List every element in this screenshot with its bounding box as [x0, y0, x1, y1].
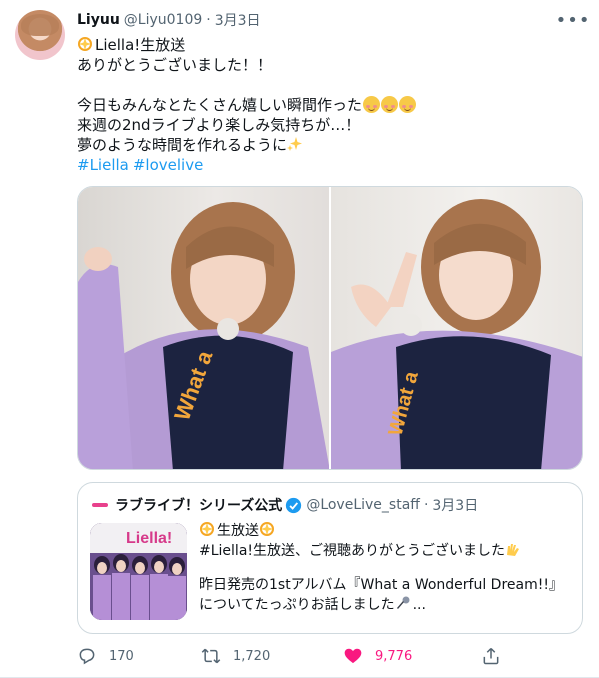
smiling-face-emoji-icon: [363, 96, 381, 113]
thumbnail-logo-text: Liella!: [126, 530, 172, 547]
tweet-line-2: ありがとうございました！！: [77, 56, 273, 74]
reply-button[interactable]: 170: [77, 644, 134, 668]
group-photo-thumbnail: Liella!: [90, 523, 187, 620]
quoted-separator-dot: ·: [423, 497, 429, 513]
tweet-line-5: 来週の2ndライブより楽しみ気持ちが…！: [77, 116, 361, 134]
tweet-line-6: 夢のような時間を作れるように: [77, 135, 577, 155]
share-button[interactable]: [481, 644, 513, 668]
quoted-line-3: 昨日発売の1stアルバム『What a Wonderful Dream!!』: [199, 577, 563, 593]
hashtag-liella[interactable]: #Liella: [77, 156, 129, 174]
quoted-line-1: 生放送: [199, 521, 575, 541]
separator-dot: ·: [206, 12, 211, 28]
verified-badge-icon: [286, 497, 302, 513]
author-name[interactable]: Liyuu: [77, 12, 120, 28]
reply-count: 170: [109, 648, 134, 664]
reply-icon: [79, 648, 95, 665]
tweet-line-6-text: 夢のような時間を作れるように: [77, 136, 288, 154]
quoted-blank-line: [199, 561, 575, 575]
selfie-photo-2: What a: [331, 199, 582, 469]
quoted-line-2: #Liella!生放送、ご視聴ありがとうございました: [199, 541, 575, 561]
tweet-timestamp[interactable]: 3月3日: [215, 10, 261, 30]
quoted-line-1-text: 生放送: [217, 523, 259, 539]
quoted-line-4-text: についてたっぷりお話しました: [199, 597, 395, 613]
tweet-line-4: 今日もみんなとたくさん嬉しい瞬間作った: [77, 95, 577, 115]
tweet-text: Liella!生放送 ありがとうございました！！ 今日もみんなとたくさん嬉しい瞬…: [77, 35, 577, 175]
tweet-line-1-text: Liella!生放送: [95, 36, 186, 54]
dizzy-star-emoji-icon: [78, 37, 92, 51]
sparkles-emoji-icon: [287, 137, 303, 151]
retweet-count: 1,720: [233, 648, 271, 664]
tweet-line-4-text: 今日もみんなとたくさん嬉しい瞬間作った: [77, 96, 363, 114]
smiling-face-emoji-icon: [399, 96, 417, 113]
quoted-account-avatar: [90, 495, 110, 515]
retweet-button[interactable]: 1,720: [201, 644, 270, 668]
quoted-account-handle: @LoveLive_staff: [306, 497, 420, 513]
quoted-tweet-header: ラブライブ！シリーズ公式 @LoveLive_staff · 3月3日: [90, 495, 478, 515]
tweet-actions: 170 1,720 9,776: [77, 644, 577, 668]
like-count: 9,776: [375, 648, 413, 664]
share-icon: [483, 647, 499, 665]
tweet-header: Liyuu @Liyu0109 · 3月3日: [77, 9, 261, 31]
photo-1[interactable]: What a: [78, 187, 329, 469]
quoted-account-name: ラブライブ！シリーズ公式: [115, 498, 283, 514]
tweet[interactable]: Liyuu @Liyu0109 · 3月3日 ••• Liella!生放送 あり…: [0, 0, 599, 678]
quoted-line-4: についてたっぷりお話しました...: [199, 595, 575, 615]
quoted-line-2-text: #Liella!生放送、ご視聴ありがとうございました: [199, 543, 506, 559]
quoted-ellipsis: ...: [412, 597, 426, 613]
retweet-icon: [201, 648, 221, 664]
author-avatar[interactable]: [15, 10, 65, 60]
raising-hands-emoji-icon: [507, 544, 520, 556]
hashtag-lovelive[interactable]: #lovelive: [133, 156, 203, 174]
quoted-tweet[interactable]: ラブライブ！シリーズ公式 @LoveLive_staff · 3月3日 Liel…: [77, 482, 583, 634]
hashtag-line: #Liella #lovelive: [77, 155, 577, 175]
more-icon[interactable]: •••: [556, 10, 590, 31]
tweet-media: What a What a: [77, 186, 583, 470]
quoted-tweet-thumbnail: Liella!: [90, 523, 187, 620]
smiling-face-emoji-icon: [381, 96, 399, 113]
selfie-photo-1: What a: [78, 202, 329, 469]
tweet-line-1: Liella!生放送: [77, 35, 577, 55]
microphone-emoji-icon: [396, 596, 410, 609]
photo-2[interactable]: What a: [331, 187, 582, 469]
author-handle[interactable]: @Liyu0109: [124, 12, 202, 28]
heart-filled-icon: [344, 648, 362, 664]
quoted-tweet-text: 生放送 #Liella!生放送、ご視聴ありがとうございました 昨日発売の1stア…: [199, 521, 575, 615]
like-button[interactable]: 9,776: [343, 644, 412, 668]
quoted-timestamp: 3月3日: [432, 498, 479, 514]
dizzy-star-emoji-icon: [200, 522, 214, 536]
dizzy-star-emoji-icon: [260, 522, 274, 536]
